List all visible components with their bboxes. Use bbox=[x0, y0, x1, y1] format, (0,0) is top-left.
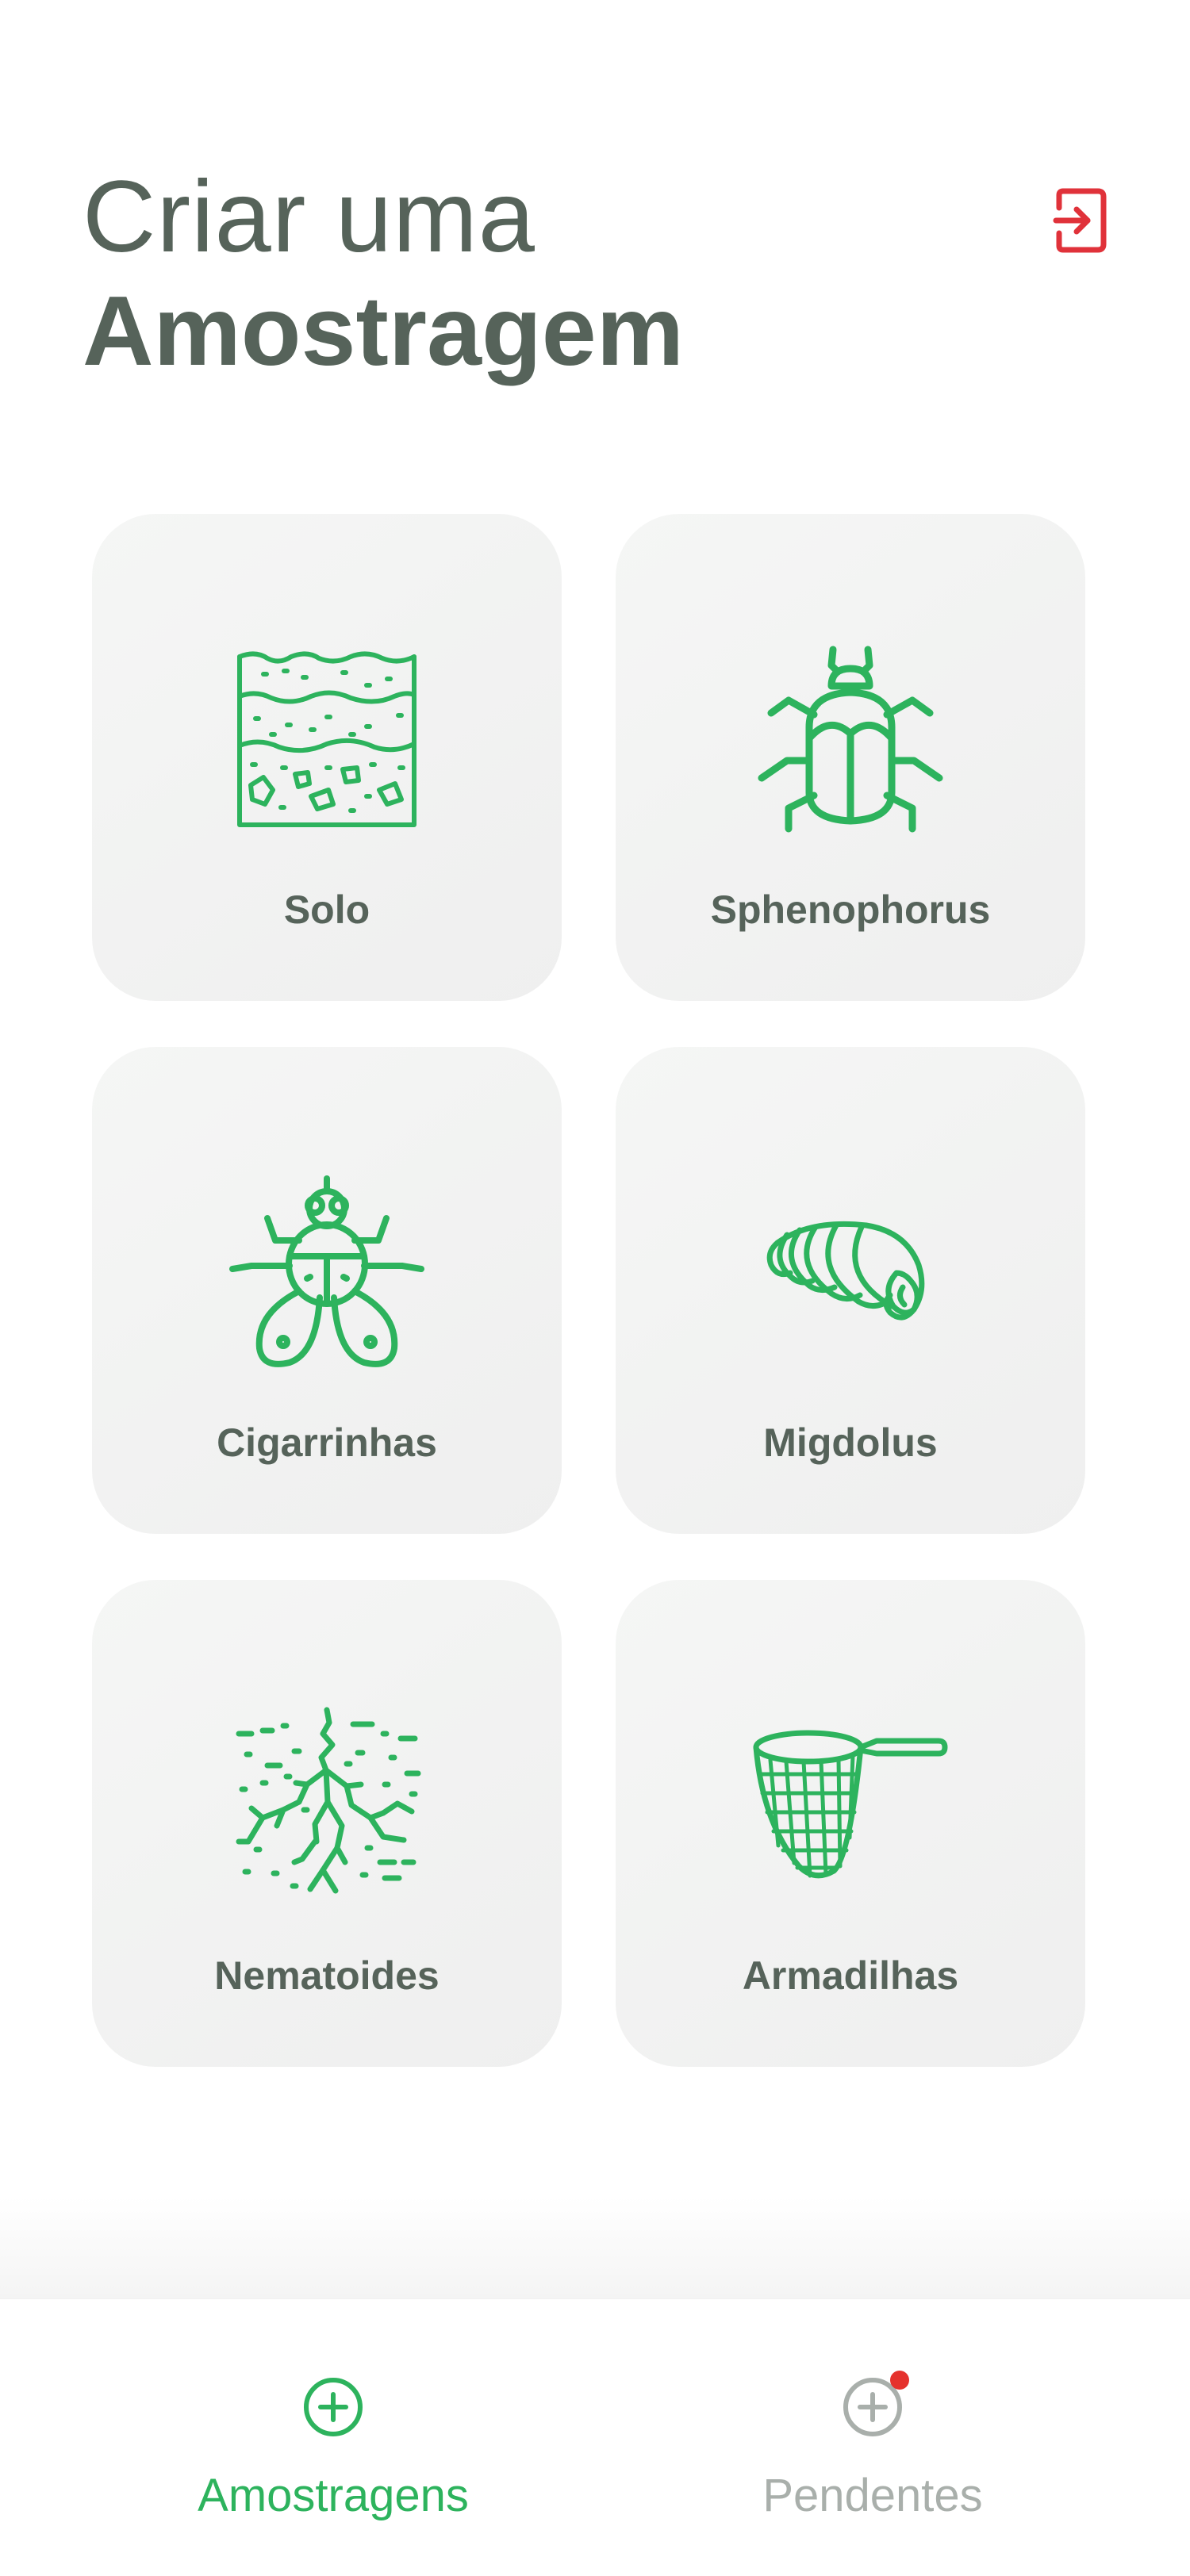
option-label: Solo bbox=[283, 887, 370, 932]
option-label: Armadilhas bbox=[742, 1953, 959, 1998]
net-icon bbox=[751, 1707, 950, 1905]
page-title-line2: Amostragem bbox=[83, 277, 684, 386]
page-title-line1: Criar uma bbox=[83, 160, 536, 274]
option-label: Cigarrinhas bbox=[217, 1420, 437, 1465]
larva-icon bbox=[751, 1174, 950, 1372]
nav-label-amostragens: Amostragens bbox=[198, 2470, 469, 2521]
option-card-cigarrinhas[interactable]: Cigarrinhas bbox=[92, 1047, 562, 1534]
bottom-navigation: Amostragens Pendentes bbox=[0, 2298, 1190, 2576]
nav-shadow bbox=[0, 2197, 1190, 2300]
nav-item-pendentes[interactable]: Pendentes bbox=[674, 2371, 1071, 2522]
notification-dot bbox=[890, 2371, 909, 2390]
sampling-options-grid: Solo Sphenophorus Cigarrinhas Migdolus N… bbox=[92, 514, 1085, 2067]
option-card-solo[interactable]: Solo bbox=[92, 514, 562, 1001]
roots-icon bbox=[228, 1707, 426, 1905]
option-card-sphenophorus[interactable]: Sphenophorus bbox=[616, 514, 1085, 1001]
logout-button[interactable] bbox=[1047, 182, 1114, 259]
plus-circle-icon bbox=[301, 2375, 365, 2439]
nav-item-amostragens[interactable]: Amostragens bbox=[135, 2375, 532, 2522]
page-header: Criar uma Amostragem bbox=[83, 167, 1114, 404]
beetle-icon bbox=[751, 641, 950, 839]
option-label: Nematoides bbox=[214, 1953, 440, 1998]
option-card-migdolus[interactable]: Migdolus bbox=[616, 1047, 1085, 1534]
logout-icon bbox=[1053, 188, 1107, 253]
fly-icon bbox=[228, 1174, 426, 1372]
nav-label-pendentes: Pendentes bbox=[762, 2470, 983, 2521]
option-label: Migdolus bbox=[763, 1420, 938, 1465]
plus-circle-icon bbox=[841, 2371, 909, 2439]
soil-layers-icon bbox=[228, 641, 426, 839]
option-card-nematoides[interactable]: Nematoides bbox=[92, 1580, 562, 2067]
option-label: Sphenophorus bbox=[710, 887, 991, 932]
option-card-armadilhas[interactable]: Armadilhas bbox=[616, 1580, 1085, 2067]
